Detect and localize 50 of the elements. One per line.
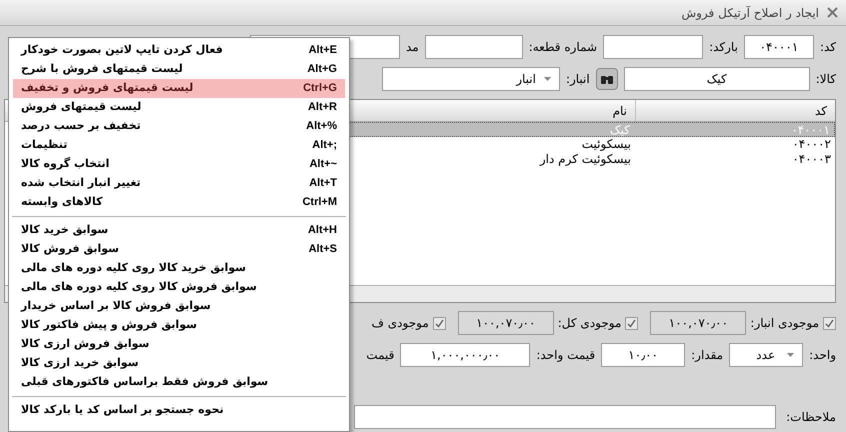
table-cell-text: کیک <box>608 123 631 136</box>
field-label: مقدار: <box>691 347 724 364</box>
menu-item[interactable]: سوابق فروش و پیش فاکتور کالا <box>13 316 345 335</box>
table-cell-text: ۰۴۰۰۰۳ <box>791 152 832 167</box>
field-label: بارکد: <box>709 39 738 56</box>
unit-dropdown[interactable]: عدد <box>729 343 804 367</box>
field-label: قیمت <box>366 347 394 364</box>
menu-item[interactable]: سوابق فروش کالا روی کلیه دوره های مالی <box>13 278 345 297</box>
checkbox[interactable] <box>432 316 446 330</box>
menu-item[interactable]: سوابق فروش فقط براساس فاکتورهای قبلی <box>13 373 345 392</box>
close-icon[interactable] <box>827 7 838 18</box>
text-field[interactable] <box>603 35 704 59</box>
stock-field[interactable]: ۱۰۰,۰۷۰٫۰۰ <box>458 311 554 335</box>
column-header[interactable]: کد <box>635 100 835 121</box>
field-label: واحد: <box>809 347 836 364</box>
table-cell-text: بیسکوئیت <box>580 137 632 152</box>
menu-item[interactable]: سوابق فروش ارزی کالا <box>13 335 345 354</box>
item-field[interactable]: کیک <box>624 67 810 91</box>
table-cell-text: ۰۴۰۰۰۲ <box>791 137 832 152</box>
field-label: ملاحظات: <box>786 409 836 426</box>
text-field[interactable]: ۰۴۰۰۰۱ <box>744 35 814 59</box>
window-title: ایجاد ر اصلاح آرتیکل فروش <box>681 4 819 22</box>
text-field[interactable] <box>424 35 523 59</box>
field-label: کد: <box>820 39 836 56</box>
menu-item[interactable]: نحوه جستجو بر اساس کد یا بارکد کالا <box>13 401 345 420</box>
notes-field[interactable] <box>354 405 776 429</box>
field-label: مد <box>406 39 419 56</box>
field-label: موجودی ف <box>372 315 429 332</box>
field-label: انبار: <box>566 71 590 88</box>
menu-item[interactable]: سوابق فروش کالا بر اساس خریدار <box>13 297 345 316</box>
binoculars-button[interactable] <box>596 68 618 90</box>
checkbox[interactable] <box>625 316 638 330</box>
field-label: موجودی انبار: <box>750 315 819 332</box>
menu-item[interactable]: سوابق خرید ارزی کالا <box>13 354 345 373</box>
table-cell-text: بیسکوئیت کرم دار <box>538 152 632 167</box>
field-label: کالا: <box>816 71 836 88</box>
table-cell-text: ۰۴۰۰۰۱ <box>790 123 831 136</box>
quantity-field[interactable]: ۱۰٫۰۰ <box>601 343 686 367</box>
field-label: موجودی کل: <box>558 315 622 332</box>
binoculars-icon <box>600 73 614 85</box>
warehouse-dropdown[interactable]: انبار <box>382 67 560 91</box>
field-label: قیمت واحد: <box>536 347 596 364</box>
caret-icon <box>544 77 551 81</box>
price-field[interactable]: ۱,۰۰۰,۰۰۰٫۰۰ <box>400 343 530 367</box>
caret-icon <box>787 353 794 357</box>
checkbox[interactable] <box>823 316 836 330</box>
stock-field[interactable]: ۱۰۰,۰۷۰٫۰۰ <box>650 311 746 335</box>
menu-item[interactable]: سوابق خرید کالا روی کلیه دوره های مالی <box>13 259 345 278</box>
field-label: شماره قطعه: <box>528 39 598 56</box>
column-header[interactable]: نام <box>435 100 635 121</box>
